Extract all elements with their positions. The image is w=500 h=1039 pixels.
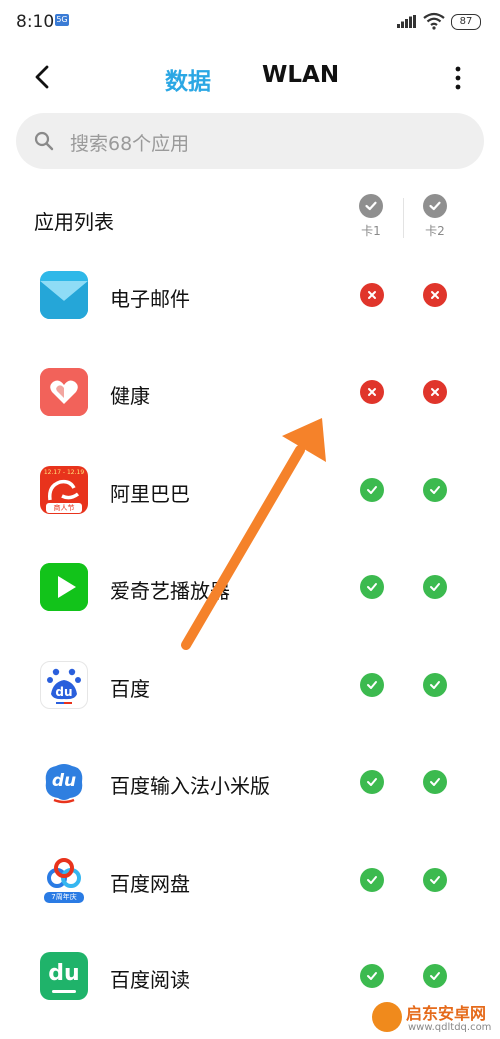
app-name: 健康 xyxy=(110,384,150,408)
baidu-read-icon-text: du xyxy=(48,961,80,986)
iqiyi-play-icon xyxy=(40,563,88,611)
tab-data[interactable]: 数据 xyxy=(165,62,211,96)
sim2-data-toggle[interactable] xyxy=(423,964,447,988)
baidu-icon: du xyxy=(40,661,88,709)
sim2-data-toggle[interactable] xyxy=(423,673,447,697)
sim2-data-toggle[interactable] xyxy=(423,283,447,307)
sim1-data-toggle[interactable] xyxy=(360,964,384,988)
watermark: 启东安卓网 www.qdltdq.com xyxy=(372,1000,500,1038)
search-input[interactable]: 搜索68个应用 xyxy=(16,113,484,169)
tab-wlan[interactable]: WLAN xyxy=(262,62,339,88)
sim2-data-toggle[interactable] xyxy=(423,868,447,892)
app-name: 百度阅读 xyxy=(110,968,190,992)
alibaba-icon: 12.17 - 12.19 商人节 xyxy=(40,466,88,514)
list-item: 健康 xyxy=(0,348,500,444)
watermark-title: 启东安卓网 xyxy=(406,1004,487,1023)
status-bar: 8:10 5G 87 xyxy=(0,0,500,44)
baidu-icon-text: du xyxy=(55,685,73,699)
app-name: 百度 xyxy=(110,677,150,701)
baidu-read-icon: du xyxy=(40,952,88,1000)
baidu-input-icon: du xyxy=(40,758,88,806)
watermark-url: www.qdltdq.com xyxy=(408,1022,492,1033)
check-icon xyxy=(423,194,447,218)
list-title: 应用列表 xyxy=(34,210,114,234)
sim2-data-toggle[interactable] xyxy=(423,770,447,794)
more-vertical-icon[interactable] xyxy=(448,64,468,92)
netdisk-icon-badge: 7周年庆 xyxy=(44,892,84,903)
app-name: 百度输入法小米版 xyxy=(110,774,270,798)
sim1-data-toggle[interactable] xyxy=(360,575,384,599)
sim1-toggle-all[interactable]: 卡1 xyxy=(351,194,391,239)
app-name: 阿里巴巴 xyxy=(110,482,190,506)
notification-icon: 5G xyxy=(55,14,69,26)
check-icon xyxy=(359,194,383,218)
back-button[interactable] xyxy=(28,62,58,92)
signal-icon xyxy=(397,15,416,28)
app-name: 电子邮件 xyxy=(110,287,190,311)
email-icon xyxy=(40,271,88,319)
sim2-data-toggle[interactable] xyxy=(423,575,447,599)
sim2-data-toggle[interactable] xyxy=(423,380,447,404)
search-placeholder: 搜索68个应用 xyxy=(70,133,190,155)
sim1-data-toggle[interactable] xyxy=(360,673,384,697)
list-item: 12.17 - 12.19 商人节 阿里巴巴 xyxy=(0,446,500,542)
sim2-toggle-all[interactable]: 卡2 xyxy=(415,194,455,239)
sim1-data-toggle[interactable] xyxy=(360,380,384,404)
baidu-netdisk-icon: 7周年庆 xyxy=(40,856,88,904)
list-item: 爱奇艺播放器 xyxy=(0,543,500,639)
alibaba-icon-badge: 商人节 xyxy=(46,503,82,513)
sim1-data-toggle[interactable] xyxy=(360,868,384,892)
list-item: 7周年庆 百度网盘 xyxy=(0,836,500,932)
app-name: 百度网盘 xyxy=(110,872,190,896)
header: 数据 WLAN xyxy=(0,50,500,106)
status-time: 8:10 xyxy=(16,12,55,32)
sim1-data-toggle[interactable] xyxy=(360,283,384,307)
wifi-icon xyxy=(423,12,445,30)
list-item: du 百度 xyxy=(0,641,500,737)
app-name: 爱奇艺播放器 xyxy=(110,579,230,603)
sim1-data-toggle[interactable] xyxy=(360,770,384,794)
list-item: du 百度输入法小米版 xyxy=(0,738,500,834)
search-icon xyxy=(34,131,54,151)
health-icon xyxy=(40,368,88,416)
sim1-data-toggle[interactable] xyxy=(360,478,384,502)
baidu-input-icon-text: du xyxy=(51,771,77,791)
battery-icon: 87 xyxy=(451,14,481,30)
list-item: 电子邮件 xyxy=(0,251,500,347)
sim1-label: 卡1 xyxy=(361,224,381,238)
sim2-data-toggle[interactable] xyxy=(423,478,447,502)
sim2-label: 卡2 xyxy=(425,224,445,238)
column-divider xyxy=(403,198,404,238)
watermark-logo-icon xyxy=(372,1002,402,1032)
